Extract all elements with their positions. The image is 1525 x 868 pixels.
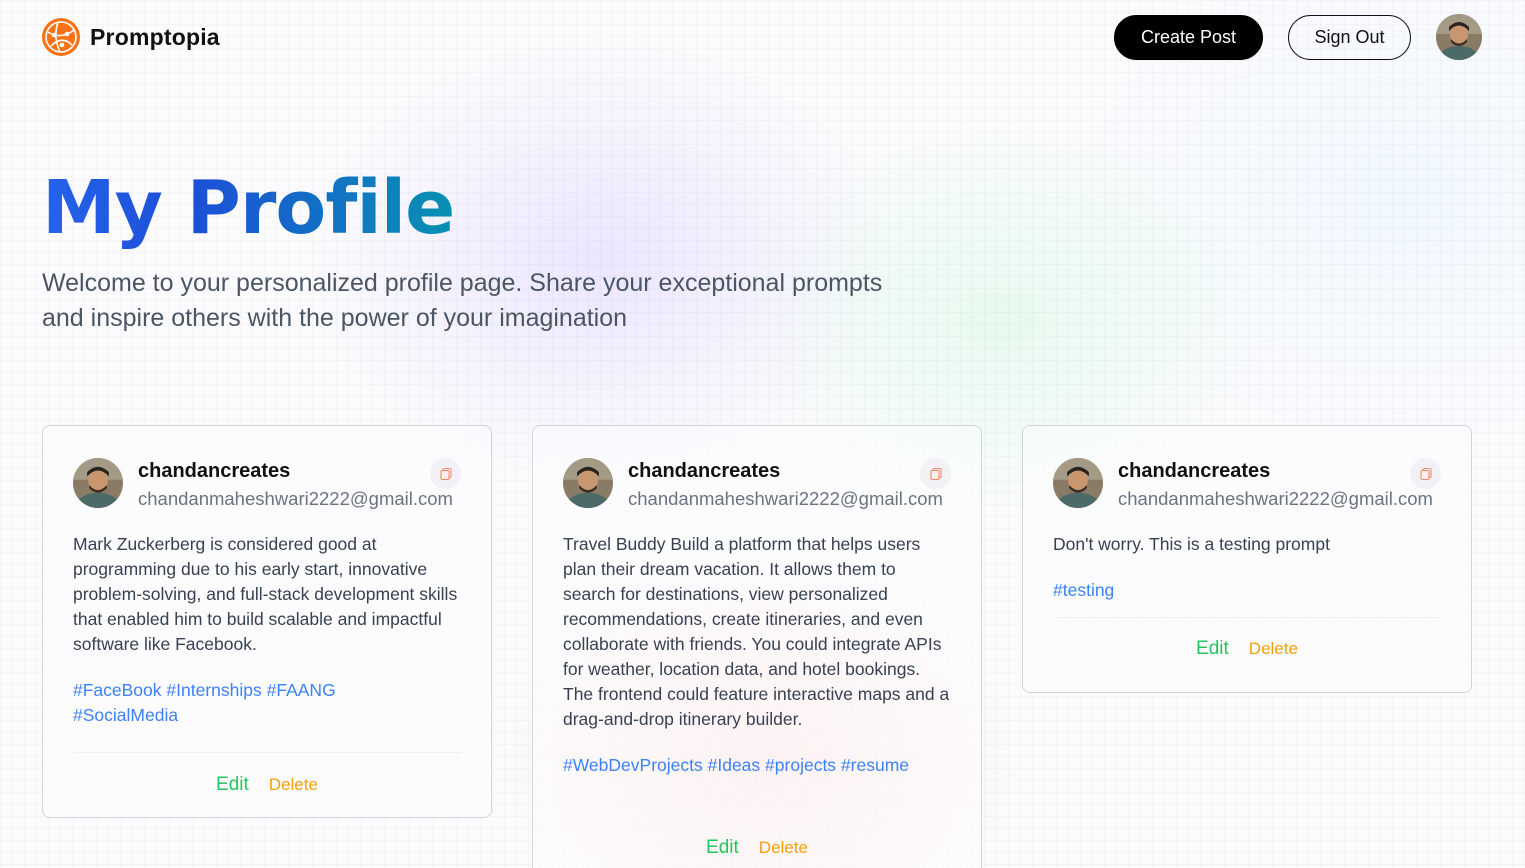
edit-button[interactable]: Edit — [706, 837, 739, 859]
tag[interactable]: #FAANG — [267, 680, 336, 700]
profile-avatar[interactable] — [1436, 14, 1482, 60]
copy-icon — [929, 467, 942, 480]
card-header: chandancreates chandanmaheshwari2222@gma… — [73, 458, 461, 512]
user-email: chandanmaheshwari2222@gmail.com — [628, 488, 943, 509]
copy-button[interactable] — [430, 458, 461, 489]
create-post-button[interactable]: Create Post — [1114, 15, 1263, 60]
user-info: chandancreates chandanmaheshwari2222@gma… — [138, 458, 453, 512]
prompt-text: Travel Buddy Build a platform that helps… — [563, 534, 950, 729]
tag-list: #testing — [1053, 578, 1441, 603]
prompt-card: chandancreates chandanmaheshwari2222@gma… — [532, 425, 982, 868]
copy-button[interactable] — [1410, 458, 1441, 489]
brand-name: Promptopia — [90, 23, 220, 50]
user-email: chandanmaheshwari2222@gmail.com — [138, 488, 453, 509]
brand-link[interactable]: Promptopia — [42, 18, 220, 56]
card-actions: Edit Delete — [73, 752, 461, 816]
tag[interactable]: #SocialMedia — [73, 705, 178, 725]
user-info: chandancreates chandanmaheshwari2222@gma… — [628, 458, 943, 512]
tag[interactable]: #Internships — [166, 680, 261, 700]
card-actions: Edit Delete — [1053, 617, 1441, 679]
page-title: My Profile — [42, 160, 455, 256]
edit-button[interactable]: Edit — [1196, 638, 1229, 660]
tag[interactable]: #resume — [841, 755, 909, 775]
tag[interactable]: #projects — [765, 755, 836, 775]
prompt-card: chandancreates chandanmaheshwari2222@gma… — [42, 425, 492, 818]
top-navbar: Promptopia Create Post Sign Out — [0, 0, 1525, 76]
tag-list: #WebDevProjects #Ideas #projects #resume — [563, 753, 951, 778]
user-avatar[interactable] — [1053, 458, 1103, 508]
card-header: chandancreates chandanmaheshwari2222@gma… — [563, 458, 951, 512]
tag[interactable]: #FaceBook — [73, 680, 162, 700]
tag-list: #FaceBook #Internships #FAANG #SocialMed… — [73, 678, 461, 728]
prompt-text: Mark Zuckerberg is considered good at pr… — [73, 534, 458, 654]
tag[interactable]: #testing — [1053, 580, 1114, 600]
user-info: chandancreates chandanmaheshwari2222@gma… — [1118, 458, 1433, 512]
username[interactable]: chandancreates — [628, 458, 943, 484]
sign-out-button[interactable]: Sign Out — [1288, 15, 1411, 60]
prompt-text: Don't worry. This is a testing prompt — [1053, 534, 1330, 554]
card-actions: Edit Delete — [563, 800, 951, 868]
tag[interactable]: #Ideas — [708, 755, 761, 775]
delete-button[interactable]: Delete — [759, 838, 808, 858]
username[interactable]: chandancreates — [138, 458, 453, 484]
copy-button[interactable] — [920, 458, 951, 489]
user-avatar[interactable] — [73, 458, 123, 508]
promptopia-logo-icon — [42, 18, 80, 56]
user-avatar[interactable] — [563, 458, 613, 508]
delete-button[interactable]: Delete — [269, 775, 318, 795]
username[interactable]: chandancreates — [1118, 458, 1433, 484]
card-header: chandancreates chandanmaheshwari2222@gma… — [1053, 458, 1441, 512]
edit-button[interactable]: Edit — [216, 774, 249, 796]
tag[interactable]: #WebDevProjects — [563, 755, 703, 775]
copy-icon — [439, 467, 452, 480]
prompt-card: chandancreates chandanmaheshwari2222@gma… — [1022, 425, 1472, 693]
delete-button[interactable]: Delete — [1249, 639, 1298, 659]
user-email: chandanmaheshwari2222@gmail.com — [1118, 488, 1433, 509]
copy-icon — [1419, 467, 1432, 480]
page-description: Welcome to your personalized profile pag… — [42, 269, 883, 332]
